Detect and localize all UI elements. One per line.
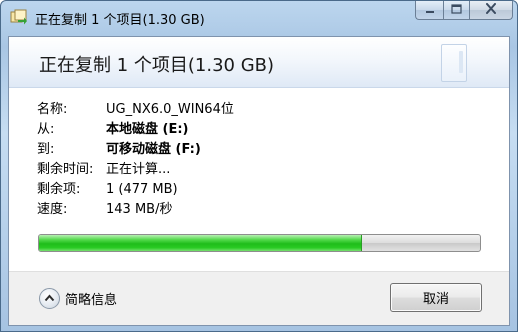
time-left-value: 正在计算... <box>106 162 171 177</box>
cancel-button[interactable]: 取消 <box>390 283 482 312</box>
fewer-details-label: 简略信息 <box>65 292 118 308</box>
dialog-content: 正在复制 1 个项目(1.30 GB) 名称: UG_NX6.0_WIN64位 … <box>8 36 510 326</box>
to-label: 到: <box>37 142 55 157</box>
maximize-button[interactable] <box>443 1 469 20</box>
time-left-label: 剩余时间: <box>37 162 94 177</box>
file-graphic-icon <box>441 44 467 82</box>
chevron-up-icon <box>39 287 60 309</box>
maximize-icon <box>451 3 462 18</box>
close-icon <box>485 2 497 18</box>
copy-progress-bar <box>38 234 481 252</box>
close-button[interactable] <box>469 1 513 20</box>
name-value: UG_NX6.0_WIN64位 <box>106 102 234 117</box>
speed-label: 速度: <box>37 202 68 217</box>
to-value[interactable]: 可移动磁盘 (F:) <box>106 140 201 160</box>
items-left-label: 剩余项: <box>37 182 81 197</box>
operation-heading: 正在复制 1 个项目(1.30 GB) <box>39 55 275 76</box>
progress-fill <box>39 235 362 251</box>
dialog-header: 正在复制 1 个项目(1.30 GB) <box>9 37 509 88</box>
name-label: 名称: <box>37 102 68 117</box>
caption-buttons <box>415 1 513 21</box>
fewer-details-toggle[interactable]: 简略信息 <box>39 286 117 310</box>
minimize-button[interactable] <box>415 1 443 20</box>
copy-files-icon <box>10 9 28 25</box>
title-bar[interactable]: 正在复制 1 个项目(1.30 GB) <box>1 1 517 35</box>
dialog-footer: 简略信息 取消 <box>9 271 509 325</box>
minimize-icon <box>425 3 435 18</box>
copy-dialog-window: 正在复制 1 个项目(1.30 GB) 正在复制 1 个项目(1.30 GB) <box>0 0 518 332</box>
from-label: 从: <box>37 122 55 137</box>
speed-value: 143 MB/秒 <box>106 202 173 217</box>
from-value[interactable]: 本地磁盘 (E:) <box>106 120 189 140</box>
items-left-value: 1 (477 MB) <box>106 182 178 197</box>
window-title: 正在复制 1 个项目(1.30 GB) <box>35 13 205 28</box>
